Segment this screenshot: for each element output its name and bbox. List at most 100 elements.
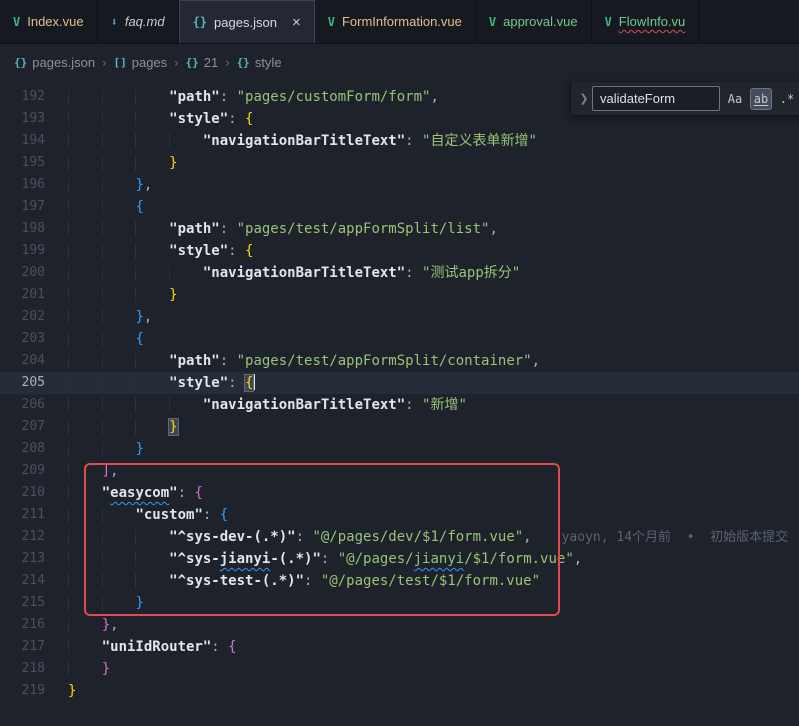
token: "path"	[169, 353, 220, 369]
code-line-209[interactable]: 209 ],	[0, 460, 799, 482]
code-line-199[interactable]: 199 "style": {	[0, 240, 799, 262]
code-line-206[interactable]: 206 "navigationBarTitleText": "新增"	[0, 394, 799, 416]
breadcrumb-item-21[interactable]: {}21	[186, 55, 219, 70]
code-line-196[interactable]: 196 },	[0, 174, 799, 196]
token	[68, 507, 102, 523]
token	[68, 243, 102, 259]
code-line-218[interactable]: 218 }	[0, 658, 799, 680]
code-line-194[interactable]: 194 "navigationBarTitleText": "自定义表单新增"	[0, 130, 799, 152]
token: ,	[523, 529, 531, 545]
token: ,	[144, 309, 152, 325]
code-content: "style": {	[68, 240, 253, 262]
code-line-197[interactable]: 197 {	[0, 196, 799, 218]
token	[135, 89, 169, 105]
editor[interactable]: 192 "path": "pages/customForm/form",193 …	[0, 80, 799, 726]
code-line-203[interactable]: 203 {	[0, 328, 799, 350]
symbol-icon: {}	[186, 56, 199, 69]
breadcrumb-item-pages[interactable]: []pages	[113, 55, 167, 70]
tab-forminformation-vue[interactable]: VFormInformation.vue	[315, 0, 476, 43]
code-line-202[interactable]: 202 },	[0, 306, 799, 328]
token	[68, 639, 102, 655]
token	[68, 265, 102, 281]
token	[102, 353, 136, 369]
code-line-212[interactable]: 212 "^sys-dev-(.*)": "@/pages/dev/$1/for…	[0, 526, 799, 548]
token	[68, 221, 102, 237]
token: }	[135, 441, 143, 457]
tab-index-vue[interactable]: VIndex.vue	[0, 0, 98, 43]
tab-faq-md[interactable]: ⬇faq.md	[98, 0, 179, 43]
code-line-198[interactable]: 198 "path": "pages/test/appFormSplit/lis…	[0, 218, 799, 240]
tab-bar: VIndex.vue⬇faq.md{}pages.json×VFormInfor…	[0, 0, 799, 44]
symbol-icon: {}	[237, 56, 250, 69]
tab-approval-vue[interactable]: Vapproval.vue	[476, 0, 592, 43]
code-content: }	[68, 284, 178, 306]
breadcrumb-item-pages.json[interactable]: {}pages.json	[14, 55, 95, 70]
code-line-204[interactable]: 204 "path": "pages/test/appFormSplit/con…	[0, 350, 799, 372]
token: :	[228, 111, 245, 127]
code-line-215[interactable]: 215 }	[0, 592, 799, 614]
token: }	[102, 661, 110, 677]
whole-word-option[interactable]: ab	[750, 88, 772, 110]
token	[68, 287, 102, 303]
token: "^sys-	[169, 551, 220, 567]
line-number: 202	[0, 306, 68, 328]
token	[102, 375, 136, 391]
token: }	[135, 595, 143, 611]
find-options: Aaab.*	[720, 88, 798, 110]
code-line-210[interactable]: 210 "easycom": {	[0, 482, 799, 504]
token: /$1/form.vue"	[464, 551, 574, 567]
code-content: }	[68, 152, 178, 174]
breadcrumb-label: pages	[132, 55, 167, 70]
line-number: 198	[0, 218, 68, 240]
token	[68, 89, 102, 105]
breadcrumb-item-style[interactable]: {} style	[237, 55, 282, 70]
code-line-214[interactable]: 214 "^sys-test-(.*)": "@/pages/test/$1/f…	[0, 570, 799, 592]
text-cursor	[253, 374, 255, 390]
token: :	[405, 265, 422, 281]
code-line-211[interactable]: 211 "custom": {	[0, 504, 799, 526]
token: "style"	[169, 243, 228, 259]
token	[135, 155, 169, 171]
token	[68, 595, 102, 611]
line-number: 193	[0, 108, 68, 130]
line-number: 211	[0, 504, 68, 526]
token: jianyi	[414, 551, 465, 567]
code-content: "style": {	[68, 372, 255, 394]
line-number: 218	[0, 658, 68, 680]
code-content: }	[68, 416, 178, 438]
code-line-205[interactable]: 205 "style": {	[0, 372, 799, 394]
token: }	[102, 617, 110, 633]
token: :	[321, 551, 338, 567]
close-icon[interactable]: ×	[292, 15, 301, 30]
toggle-replace-chevron-icon[interactable]: ❯	[576, 92, 592, 105]
tab-flowinfo-vu[interactable]: VFlowInfo.vu	[592, 0, 700, 43]
code-content: },	[68, 306, 152, 328]
code-line-217[interactable]: 217 "uniIdRouter": {	[0, 636, 799, 658]
code-line-208[interactable]: 208 }	[0, 438, 799, 460]
code-line-216[interactable]: 216 },	[0, 614, 799, 636]
code-line-200[interactable]: 200 "navigationBarTitleText": "测试app拆分"	[0, 262, 799, 284]
code-line-201[interactable]: 201 }	[0, 284, 799, 306]
json-file-icon: {}	[193, 15, 207, 29]
token	[68, 375, 102, 391]
code-content: }	[68, 680, 76, 702]
code-line-219[interactable]: 219}	[0, 680, 799, 702]
token: ,	[489, 221, 497, 237]
token: "^sys-test-(.*)"	[169, 573, 304, 589]
code-line-207[interactable]: 207 }	[0, 416, 799, 438]
find-widget: ❯ Aaab.*	[570, 82, 799, 116]
breadcrumb-label: style	[255, 55, 282, 70]
match-case-option[interactable]: Aa	[724, 88, 746, 110]
find-input[interactable]	[592, 86, 720, 111]
code-line-213[interactable]: 213 "^sys-jianyi-(.*)": "@/pages/jianyi/…	[0, 548, 799, 570]
line-number: 205	[0, 372, 68, 394]
code-content: }	[68, 438, 144, 460]
token: :	[296, 529, 313, 545]
code-content: "style": {	[68, 108, 253, 130]
code-content: }	[68, 658, 110, 680]
regex-option[interactable]: .*	[776, 88, 798, 110]
tab-pages-json[interactable]: {}pages.json×	[179, 0, 315, 43]
token: }	[68, 683, 76, 699]
git-blame-annotation: yaoyn, 14个月前 • 初始版本提交	[532, 530, 789, 545]
code-line-195[interactable]: 195 }	[0, 152, 799, 174]
